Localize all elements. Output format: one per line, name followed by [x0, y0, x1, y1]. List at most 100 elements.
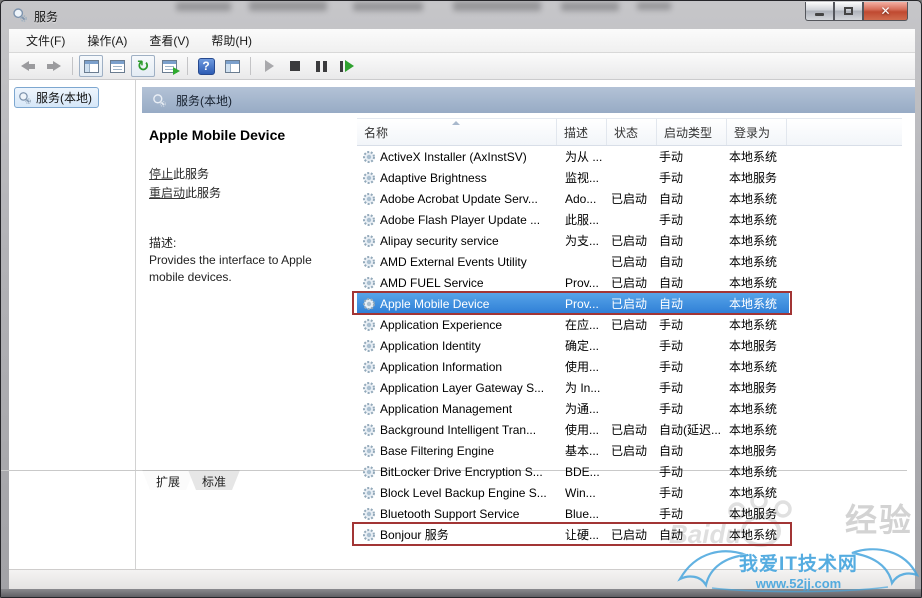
start-service-button[interactable]: [257, 55, 281, 77]
service-logon-as: 本地系统: [729, 232, 902, 249]
menu-view[interactable]: 查看(V): [140, 29, 198, 52]
service-startup-type: 手动: [659, 379, 729, 396]
service-description: 此服...: [565, 211, 611, 228]
restart-service-button[interactable]: [335, 55, 359, 77]
service-name: BitLocker Drive Encryption S...: [377, 465, 565, 479]
column-header-name[interactable]: 名称: [357, 119, 557, 145]
service-startup-type: 手动: [659, 316, 729, 333]
service-logon-as: 本地系统: [729, 190, 902, 207]
service-row[interactable]: AMD FUEL Service Prov... 已启动 自动 本地系统: [357, 272, 902, 293]
service-name: Alipay security service: [377, 234, 565, 248]
service-gear-icon: [361, 380, 377, 396]
properties-icon: [110, 60, 125, 73]
service-gear-icon: [361, 422, 377, 438]
forward-button[interactable]: [42, 55, 66, 77]
menu-bar: 文件(F) 操作(A) 查看(V) 帮助(H): [9, 29, 915, 53]
service-logon-as: 本地系统: [729, 211, 902, 228]
service-row[interactable]: Alipay security service 为支... 已启动 自动 本地系…: [357, 230, 902, 251]
help-button[interactable]: ?: [194, 55, 218, 77]
stop-service-link[interactable]: 停止: [149, 167, 173, 181]
restart-service-link[interactable]: 重启动: [149, 186, 185, 200]
service-status: 已启动: [611, 190, 659, 207]
service-gear-icon: [361, 338, 377, 354]
stop-service-button[interactable]: [283, 55, 307, 77]
service-name: AMD External Events Utility: [377, 255, 565, 269]
list-header: 名称 描述 状态 启动类型 登录为: [357, 118, 902, 146]
column-header-startup-type[interactable]: 启动类型: [657, 119, 727, 145]
services-panel: 服务(本地) Apple Mobile Device 停止此服务 重启动此服务 …: [142, 80, 915, 569]
service-row[interactable]: Block Level Backup Engine S... Win... 手动…: [357, 482, 902, 503]
panel-header-label: 服务(本地): [176, 92, 232, 109]
service-startup-type: 手动: [659, 505, 729, 522]
service-rows: ActiveX Installer (AxInstSV) 为从 ... 手动 本…: [357, 146, 902, 545]
service-row[interactable]: Application Layer Gateway S... 为 In... 手…: [357, 377, 902, 398]
menu-help[interactable]: 帮助(H): [202, 29, 261, 52]
menu-action[interactable]: 操作(A): [78, 29, 136, 52]
service-row[interactable]: Adobe Flash Player Update ... 此服... 手动 本…: [357, 209, 902, 230]
column-header-logon-as[interactable]: 登录为: [727, 119, 787, 145]
service-name: Bluetooth Support Service: [377, 507, 565, 521]
service-status: 已启动: [611, 442, 659, 459]
show-console-tree-button[interactable]: [79, 55, 103, 77]
service-status: 已启动: [611, 253, 659, 270]
service-logon-as: 本地服务: [729, 169, 902, 186]
show-action-pane-button[interactable]: [220, 55, 244, 77]
service-gear-icon: [361, 254, 377, 270]
panel-header: 服务(本地): [142, 87, 915, 113]
close-button[interactable]: ✕: [863, 2, 908, 21]
services-node-icon: [18, 91, 32, 105]
tree-item-services-local[interactable]: 服务(本地): [14, 87, 99, 108]
services-list: 名称 描述 状态 启动类型 登录为 ActiveX Installer (AxI…: [357, 113, 902, 549]
service-row[interactable]: BitLocker Drive Encryption S... BDE... 手…: [357, 461, 902, 482]
tab-standard[interactable]: 标准: [188, 470, 240, 490]
menu-file[interactable]: 文件(F): [17, 29, 74, 52]
maximize-button[interactable]: [834, 2, 863, 21]
service-description: 基本...: [565, 442, 611, 459]
service-row[interactable]: Background Intelligent Tran... 使用... 已启动…: [357, 419, 902, 440]
service-gear-icon: [361, 464, 377, 480]
service-row[interactable]: Bluetooth Support Service Blue... 手动 本地服…: [357, 503, 902, 524]
service-row[interactable]: Apple Mobile Device Prov... 已启动 自动 本地系统: [357, 293, 902, 314]
service-row[interactable]: Application Information 使用... 手动 本地系统: [357, 356, 902, 377]
service-description: Ado...: [565, 192, 611, 206]
service-description: Prov...: [565, 297, 611, 311]
service-startup-type: 自动: [659, 442, 729, 459]
refresh-icon: ↻: [137, 59, 150, 74]
window-title: 服务: [34, 8, 58, 25]
export-list-button[interactable]: [157, 55, 181, 77]
service-row[interactable]: Application Management 为通... 手动 本地系统: [357, 398, 902, 419]
service-startup-type: 自动: [659, 190, 729, 207]
refresh-button[interactable]: ↻: [131, 55, 155, 77]
service-name: Adaptive Brightness: [377, 171, 565, 185]
service-row[interactable]: Adaptive Brightness 监视... 手动 本地服务: [357, 167, 902, 188]
column-header-description[interactable]: 描述: [557, 119, 607, 145]
service-name: Apple Mobile Device: [377, 297, 565, 311]
minimize-button[interactable]: [805, 2, 834, 21]
background-window-artifact: [637, 2, 671, 10]
properties-button[interactable]: [105, 55, 129, 77]
restart-service-link-line: 重启动此服务: [149, 184, 221, 201]
service-gear-icon: [361, 275, 377, 291]
service-description: Win...: [565, 486, 611, 500]
service-row[interactable]: ActiveX Installer (AxInstSV) 为从 ... 手动 本…: [357, 146, 902, 167]
service-gear-icon: [361, 191, 377, 207]
restart-link-suffix: 此服务: [185, 186, 221, 200]
service-row[interactable]: Adobe Acrobat Update Serv... Ado... 已启动 …: [357, 188, 902, 209]
service-status: 已启动: [611, 274, 659, 291]
service-row[interactable]: Application Identity 确定... 手动 本地服务: [357, 335, 902, 356]
column-header-blank: [787, 119, 902, 145]
service-gear-icon: [361, 401, 377, 417]
help-icon: ?: [198, 58, 215, 75]
back-button[interactable]: [16, 55, 40, 77]
tab-extended[interactable]: 扩展: [142, 470, 194, 490]
service-gear-icon: [361, 233, 377, 249]
column-header-status[interactable]: 状态: [607, 119, 657, 145]
pause-service-button[interactable]: [309, 55, 333, 77]
stop-service-link-line: 停止此服务: [149, 165, 209, 182]
service-row[interactable]: Bonjour 服务 让硬... 已启动 自动 本地系统: [357, 524, 902, 545]
back-arrow-icon: [21, 61, 35, 71]
service-row[interactable]: Base Filtering Engine 基本... 已启动 自动 本地服务: [357, 440, 902, 461]
service-name: Application Management: [377, 402, 565, 416]
service-row[interactable]: AMD External Events Utility 已启动 自动 本地系统: [357, 251, 902, 272]
service-row[interactable]: Application Experience 在应... 已启动 手动 本地系统: [357, 314, 902, 335]
